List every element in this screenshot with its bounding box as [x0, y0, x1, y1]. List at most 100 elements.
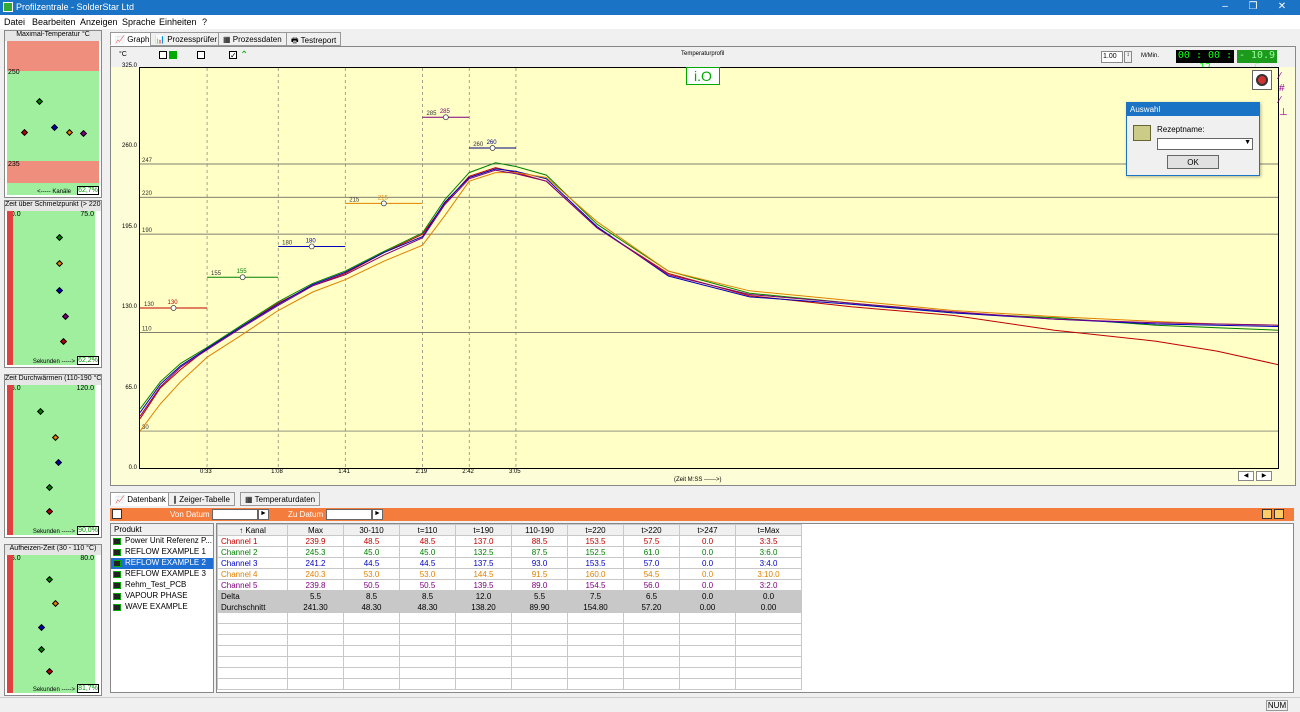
from-date-input[interactable]: [212, 509, 258, 520]
gauge-right-value: 75.0: [80, 211, 94, 218]
to-date-button[interactable]: ►: [372, 509, 383, 520]
app-icon: [3, 2, 13, 12]
gauge-percent: 62,2%: [77, 356, 99, 365]
table-cell: 153.5: [567, 535, 624, 547]
minimize-button[interactable]: –: [1215, 1, 1235, 14]
column-header[interactable]: 110-190: [511, 524, 568, 536]
table-cell: 57.0: [623, 557, 680, 569]
column-header[interactable]: t>220: [623, 524, 680, 536]
zone-handle: [381, 200, 387, 207]
speed-input[interactable]: 1.00: [1101, 51, 1123, 63]
tool-pen-icon[interactable]: ∕: [1279, 71, 1293, 83]
tab-prozesspruefer[interactable]: 📊 Prozessprüfer: [150, 32, 222, 46]
product-item[interactable]: VAPOUR PHASE: [111, 591, 213, 602]
y-tick-label: 65.0: [125, 384, 137, 391]
tool-zoom-icon[interactable]: ⊥: [1279, 107, 1293, 119]
limit-label: 220: [142, 191, 153, 197]
curve-icon: ⌃: [240, 50, 249, 61]
menu-bearbeiten[interactable]: Bearbeiten: [32, 17, 76, 27]
ok-button[interactable]: OK: [1167, 155, 1219, 169]
summary-cell: 0.0: [735, 590, 802, 602]
table-cell: 53.0: [399, 568, 456, 580]
marker-channel-4: [65, 128, 74, 137]
empty-row: [217, 656, 802, 668]
table-cell: 239.9: [287, 535, 344, 547]
tab-prozessdaten[interactable]: ▦ Prozessdaten: [218, 32, 287, 46]
empty-row: [217, 623, 802, 635]
empty-row: [217, 678, 802, 690]
table-cell: 240.3: [287, 568, 344, 580]
table-row[interactable]: Channel 4 240.3 53.0 53.0 144.5 91.5 160.0 54.5…: [217, 568, 802, 580]
product-item[interactable]: REFLOW EXAMPLE 3: [111, 569, 213, 580]
gauge-panel: Maximal-Temperatur °C 250 235 <----- Kan…: [4, 30, 102, 700]
tab-testreport[interactable]: 🖶 Testreport: [286, 32, 342, 46]
product-item[interactable]: REFLOW EXAMPLE 1: [111, 547, 213, 558]
column-header[interactable]: t=Max: [735, 524, 802, 536]
limit-label: 110: [142, 327, 152, 333]
menu-help[interactable]: ?: [202, 17, 207, 27]
product-item[interactable]: Power Unit Referenz P...: [111, 536, 213, 547]
folder-open-icon[interactable]: [1274, 509, 1284, 519]
from-date-button[interactable]: ►: [258, 509, 269, 520]
status-badge: i.O: [686, 67, 720, 85]
zone-value: 155: [237, 269, 248, 275]
column-header[interactable]: 30-110: [343, 524, 400, 536]
table-row[interactable]: Channel 5 239.8 50.5 50.5 139.5 89.0 154.5 56.0…: [217, 579, 802, 591]
table-cell: 160.0: [567, 568, 624, 580]
tab-temperaturdaten[interactable]: ▦ Temperaturdaten: [240, 492, 321, 506]
checkbox-1[interactable]: [159, 51, 167, 59]
zone-value: 285: [440, 109, 451, 115]
record-button[interactable]: [1252, 70, 1272, 90]
zone-handle: [442, 114, 449, 121]
tab-graph[interactable]: 📈 Graph: [110, 32, 155, 46]
gauge-title: Aufheizen-Zeit (30 - 110 °C): [5, 545, 101, 555]
table-row[interactable]: Channel 2 245.3 45.0 45.0 132.5 87.5 152.5 61.0…: [217, 546, 802, 558]
table-cell: 144.5: [455, 568, 512, 580]
column-header[interactable]: Max: [287, 524, 344, 536]
summary-cell: 48.30: [343, 601, 400, 613]
menu-datei[interactable]: Datei: [4, 17, 25, 27]
table-cell: 91.5: [511, 568, 568, 580]
recipe-dropdown[interactable]: ▼: [1157, 138, 1253, 150]
table-cell: 45.0: [399, 546, 456, 558]
tab-datenbank[interactable]: 📈 Datenbank: [110, 492, 171, 506]
to-date-label: Zu Datum: [288, 510, 324, 519]
zone-handle: [170, 305, 177, 311]
table-cell: 3:6.0: [735, 546, 802, 558]
zone-label: 130: [144, 302, 155, 308]
status-bar: NUM: [0, 697, 1300, 712]
table-cell: 137.5: [455, 557, 512, 569]
to-date-input[interactable]: [326, 509, 372, 520]
column-header[interactable]: t>247: [679, 524, 736, 536]
tool-line-icon[interactable]: ∕: [1279, 95, 1293, 107]
product-item[interactable]: Rehm_Test_PCB: [111, 580, 213, 591]
column-header[interactable]: t=220: [567, 524, 624, 536]
product-item[interactable]: REFLOW EXAMPLE 2: [111, 558, 213, 569]
tab-zeiger-tabelle[interactable]: ∥ Zeiger-Tabelle: [168, 492, 235, 506]
product-item[interactable]: WAVE EXAMPLE: [111, 602, 213, 613]
column-header[interactable]: t=110: [399, 524, 456, 536]
maximize-button[interactable]: ❐: [1243, 1, 1263, 14]
gauge-right-value: 120.0: [76, 385, 94, 392]
zone-label: 215: [349, 197, 360, 203]
table-cell: 239.8: [287, 579, 344, 591]
speed-spinner[interactable]: ↕: [1124, 51, 1132, 63]
close-button[interactable]: ✕: [1272, 1, 1292, 14]
checkbox-2[interactable]: [197, 51, 205, 59]
table-row[interactable]: Channel 3 241.2 44.5 44.5 137.5 93.0 153.5 57.0…: [217, 557, 802, 569]
gauge-footer: <----- Kanäle: [37, 189, 71, 195]
zone-label: 285: [426, 111, 437, 117]
column-header[interactable]: t=190: [455, 524, 512, 536]
summary-cell: 0.0: [679, 590, 736, 602]
column-header[interactable]: ↑ Kanal: [217, 524, 288, 536]
tool-grid-icon[interactable]: #: [1279, 83, 1293, 95]
menu-einheiten[interactable]: Einheiten: [159, 17, 197, 27]
menu-anzeigen[interactable]: Anzeigen: [80, 17, 118, 27]
menu-sprache[interactable]: Sprache: [122, 17, 156, 27]
table-row[interactable]: Channel 1 239.9 48.5 48.5 137.0 88.5 153.5 57.5…: [217, 535, 802, 547]
checkbox-3[interactable]: ✓: [229, 51, 237, 60]
marker-channel-1: [20, 128, 29, 137]
gauge-lower-label: 235: [8, 161, 20, 168]
folder-icon[interactable]: [1262, 509, 1272, 519]
summary-cell: 57.20: [623, 601, 680, 613]
